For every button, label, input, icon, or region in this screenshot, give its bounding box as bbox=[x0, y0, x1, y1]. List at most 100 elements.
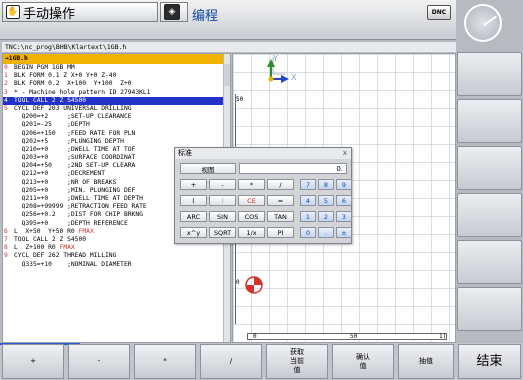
calculator-key[interactable]: 4 bbox=[300, 195, 316, 206]
calculator-key[interactable]: ) bbox=[209, 195, 236, 206]
vertical-softkey-bar bbox=[456, 0, 523, 343]
line-number: 0 bbox=[4, 64, 8, 71]
calculator-dialog: 标准 x 视图 0. + - */ 7 8 9 () CE = 4 5 6 ARC SIN COS TAN 1 2… bbox=[174, 147, 352, 244]
calculator-key[interactable]: * bbox=[238, 179, 265, 190]
program-line[interactable]: 1 BLK FORM 0.1 Z X+0 Y+0 Z-40 bbox=[3, 72, 224, 80]
calculator-key[interactable]: 1/x bbox=[238, 227, 265, 238]
line-number: 3 bbox=[4, 88, 8, 96]
line-text: Q202=+5 ;PLUNGING DEPTH bbox=[14, 137, 124, 145]
program-line[interactable]: 2 BLK FORM 0.2 X+100 Y+100 Z+0 bbox=[3, 80, 224, 88]
program-line[interactable]: 5 CYCL DEF 203 UNIVERSAL DRILLING bbox=[3, 105, 224, 113]
line-text: Q395=+0 ;DEPTH REFERENCE bbox=[14, 219, 128, 227]
line-text: CYCL DEF 203 UNIVERSAL DRILLING bbox=[14, 104, 132, 112]
line-text: TOOL CALL 2 Z S4500 bbox=[14, 96, 87, 104]
calculator-key[interactable]: + bbox=[180, 179, 207, 190]
calculator-key[interactable]: 1 bbox=[300, 211, 316, 222]
calculator-key[interactable]: COS bbox=[238, 211, 265, 222]
vruler-50-label: 50 bbox=[236, 96, 244, 103]
calculator-key[interactable]: x^y bbox=[180, 227, 207, 238]
vertical-softkey-6[interactable] bbox=[457, 287, 522, 331]
line-text: Q212=+0 ;DECREMENT bbox=[14, 170, 105, 178]
program-mode-button[interactable]: ◈ bbox=[160, 2, 188, 22]
calculator-display: 0. bbox=[239, 163, 347, 174]
line-number: 7 bbox=[4, 235, 8, 243]
program-line[interactable]: 4 TOOL CALL 2 Z S4500 bbox=[3, 96, 224, 105]
vertical-softkey-2[interactable] bbox=[457, 99, 522, 143]
softkey-confirm-value[interactable]: 确认 值 bbox=[332, 344, 394, 379]
line-number: 6 bbox=[4, 227, 8, 235]
ruler-100-label: 1( bbox=[439, 333, 447, 340]
fmax-keyword: FMAX bbox=[78, 227, 94, 235]
program-line[interactable]: 3 * - Machine hole pattern ID 27943KL1 bbox=[3, 89, 224, 97]
calculator-view-button[interactable]: 视图 bbox=[180, 163, 236, 174]
close-icon[interactable]: x bbox=[343, 149, 347, 157]
calculator-key[interactable]: 3 bbox=[336, 211, 352, 222]
program-line[interactable]: 9 CYCL DEF 262 THREAD MILLING bbox=[3, 252, 224, 260]
calculator-key[interactable]: 9 bbox=[336, 179, 352, 190]
vertical-softkey-4[interactable] bbox=[457, 193, 522, 237]
calculator-key[interactable]: ± bbox=[336, 227, 352, 238]
line-text: Q210=+0 ;DWELL TIME AT TOF bbox=[14, 145, 136, 153]
softkey-extract-value[interactable]: 抽值 bbox=[398, 344, 454, 379]
line-text: BLK FORM 0.1 Z X+0 Y+0 Z-40 bbox=[14, 72, 117, 80]
vertical-softkey-1[interactable] bbox=[457, 52, 522, 96]
program-line[interactable]: 8 L Z+100 R0 FMAX bbox=[3, 244, 224, 252]
line-text: L X+50 Y+50 R0 bbox=[14, 227, 79, 235]
program-line[interactable]: Q202=+5 ;PLUNGING DEPTH bbox=[3, 138, 224, 146]
calculator-title: 标准 bbox=[175, 148, 351, 159]
line-text: BEGIN PGM 1GB MM bbox=[14, 64, 75, 71]
horizontal-ruler bbox=[247, 333, 447, 340]
calculator-key[interactable]: . bbox=[318, 227, 334, 238]
softkey-minus[interactable]: - bbox=[68, 344, 130, 379]
line-text: Q213=+0 ;NR OF BREAKS bbox=[14, 178, 117, 186]
horizontal-softkey-bar: + - * / 获取 当前 值 确认 值 抽值 结束 bbox=[0, 343, 523, 380]
calculator-key[interactable]: = bbox=[267, 195, 294, 206]
program-line[interactable]: Q206=+150 ;FEED RATE FOR PLN bbox=[3, 130, 224, 138]
vruler-0-label: 0 bbox=[236, 279, 240, 286]
machine-mode-button[interactable]: ✋ 手动操作 bbox=[2, 2, 158, 22]
calculator-key[interactable]: 5 bbox=[318, 195, 334, 206]
softkey-get-current-value[interactable]: 获取 当前 值 bbox=[266, 344, 328, 379]
calculator-key[interactable]: PI bbox=[267, 227, 294, 238]
softkey-end[interactable]: 结束 bbox=[458, 344, 521, 379]
calculator-key[interactable]: 7 bbox=[300, 179, 316, 190]
line-number: 8 bbox=[4, 244, 8, 252]
calculator-key[interactable]: TAN bbox=[267, 211, 294, 222]
softkey-divide[interactable]: / bbox=[200, 344, 262, 379]
line-text: Q256=+0.2 ;DIST FOR CHIP BRKNG bbox=[14, 211, 143, 219]
calculator-key[interactable]: ( bbox=[180, 195, 207, 206]
vertical-softkey-3[interactable] bbox=[457, 146, 522, 190]
line-text: CYCL DEF 262 THREAD MILLING bbox=[14, 252, 117, 260]
line-number: 4 bbox=[4, 96, 8, 104]
calculator-key[interactable]: 8 bbox=[318, 179, 334, 190]
calculator-key[interactable]: ARC bbox=[180, 211, 207, 222]
program-line[interactable]: Q335=+10 ;NOMINAL DIAMETER bbox=[3, 261, 224, 269]
edit-icon: ◈ bbox=[164, 4, 180, 20]
calculator-key[interactable]: CE bbox=[238, 195, 265, 206]
vertical-softkey-5[interactable] bbox=[457, 240, 522, 284]
calculator-key[interactable]: / bbox=[267, 179, 294, 190]
calculator-key[interactable]: 6 bbox=[336, 195, 352, 206]
line-text: * - Machine hole pattern ID 27943KL1 bbox=[14, 88, 151, 96]
softkey-multiply[interactable]: * bbox=[134, 344, 196, 379]
calculator-key[interactable]: SQRT bbox=[209, 227, 236, 238]
dnc-icon: DNC bbox=[427, 5, 451, 20]
line-text: Q206=+150 ;FEED RATE FOR PLN bbox=[14, 129, 136, 137]
program-line[interactable]: Q201=-25 ;DEPTH bbox=[3, 121, 224, 129]
softkey-plus[interactable]: + bbox=[2, 344, 64, 379]
calculator-key[interactable]: SIN bbox=[209, 211, 236, 222]
calculator-key[interactable]: 0 bbox=[300, 227, 316, 238]
line-text: Q211=+0 ;DWELL TIME AT DEPTH bbox=[14, 195, 143, 202]
line-text: Q203=+0 ;SURFACE COORDINAT bbox=[14, 154, 136, 162]
program-path: TNC:\nc_prog\BHB\Klartext\1GB.h bbox=[2, 42, 456, 52]
calculator-key[interactable]: - bbox=[209, 179, 236, 190]
program-line[interactable]: Q200=+2 ;SET-UP CLEARANCE bbox=[3, 113, 224, 121]
line-text: Q200=+2 ;SET-UP CLEARANCE bbox=[14, 113, 132, 121]
line-text: L Z+100 R0 bbox=[14, 244, 60, 252]
line-number: 9 bbox=[4, 252, 8, 260]
y-axis-label: Y bbox=[273, 54, 278, 63]
program-line[interactable]: 0 BEGIN PGM 1GB MM bbox=[3, 64, 224, 72]
line-text: Q205=+0 ;MIN. PLUNGING DEF bbox=[14, 186, 136, 194]
header-bar: ✋ 手动操作 ◈ 编程 DNC bbox=[0, 0, 456, 40]
calculator-key[interactable]: 2 bbox=[318, 211, 334, 222]
